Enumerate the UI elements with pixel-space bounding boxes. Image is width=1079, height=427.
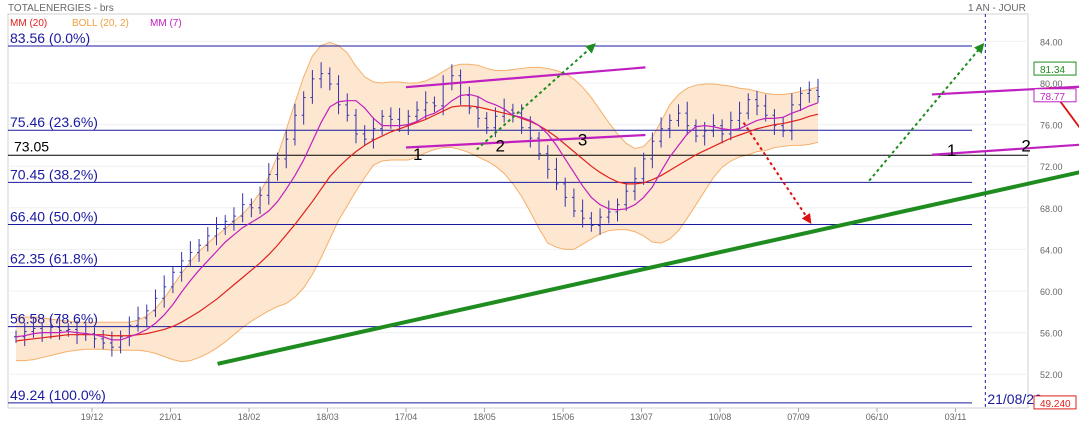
y-tick-label: 64.00 [1040,245,1063,255]
pattern-label: 3 [578,130,587,149]
fib-level-label: 70.45 (38.2%) [10,166,98,182]
price-badge-label: 81.34 [1040,65,1065,76]
chart-canvas: 84.0080.0076.0072.0068.0064.0060.0056.00… [7,13,1079,422]
fib-level-label: 49.24 (100.0%) [10,387,106,403]
fib-level-label: 66.40 (50.0%) [10,208,98,224]
chart-period: 1 AN - JOUR [968,3,1026,14]
legend-mm20: MM (20) [10,18,48,29]
x-tick-label: 18/05 [473,412,496,422]
x-tick-label: 07/09 [787,412,810,422]
y-tick-label: 84.00 [1040,37,1063,47]
fib-level-label: 75.46 (23.6%) [10,114,98,130]
x-tick-label: 19/12 [81,412,104,422]
pattern-label: 1 [413,145,422,164]
x-tick-label: 18/02 [238,412,261,422]
y-tick-label: 72.00 [1040,162,1063,172]
x-tick-label: 06/10 [866,412,889,422]
fib-level-label: 62.35 (61.8%) [10,251,98,267]
price-badge-label: 78.77 [1040,92,1065,103]
support-line-label: 73.05 [14,138,49,154]
fib-level-label: 83.56 (0.0%) [10,30,90,46]
pattern-label: 1 [947,141,956,160]
x-tick-label: 18/03 [316,412,339,422]
legend-mm7: MM (7) [150,18,182,29]
x-tick-label: 03/11 [945,412,967,422]
y-tick-label: 76.00 [1040,121,1063,131]
y-tick-label: 68.00 [1040,204,1063,214]
chart-symbol: TOTALENERGIES - brs [8,3,114,14]
x-tick-label: 13/07 [630,412,653,422]
x-tick-label: 17/04 [395,412,418,422]
x-tick-label: 15/06 [552,412,575,422]
y-tick-label: 52.00 [1040,370,1063,380]
pattern-label: 2 [495,137,504,156]
price-badge-label: 49.240 [1040,399,1071,410]
x-tick-label: 10/08 [709,412,732,422]
fib-level-label: 56.58 (78.6%) [10,311,98,327]
legend-boll: BOLL (20, 2) [72,18,129,29]
y-tick-label: 60.00 [1040,287,1063,297]
y-tick-label: 56.00 [1040,329,1063,339]
x-tick-label: 21/01 [159,412,182,422]
pattern-label: 2 [1021,137,1030,156]
